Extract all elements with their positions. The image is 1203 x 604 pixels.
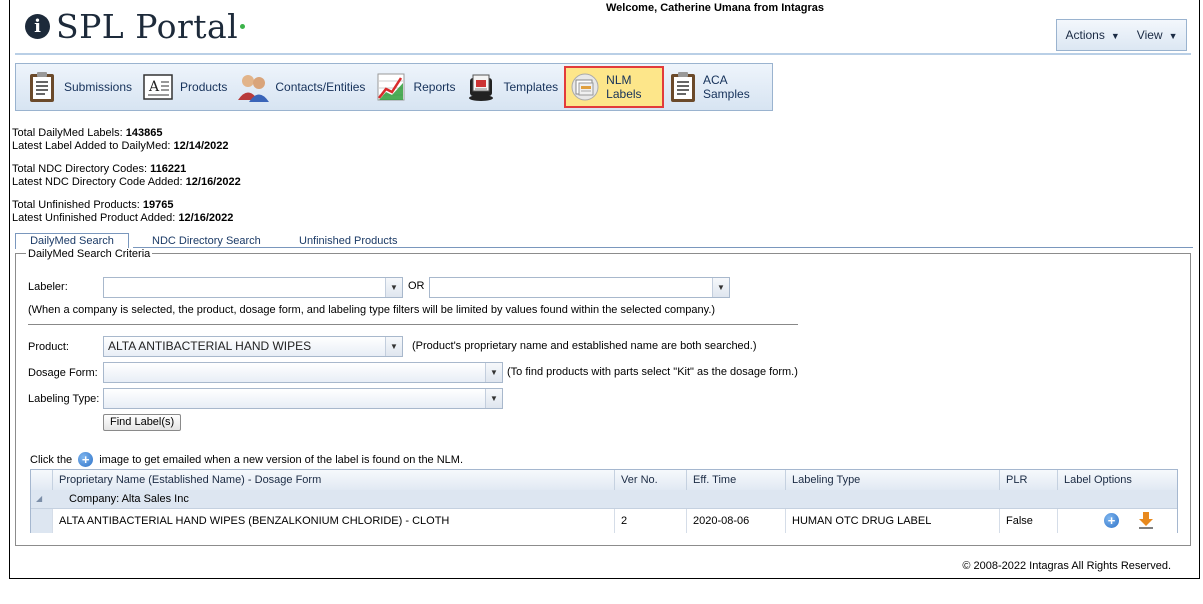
tab-unfinished-products[interactable]: Unfinished Products xyxy=(299,234,397,248)
col-label-options[interactable]: Label Options xyxy=(1057,470,1177,490)
cell-name: ALTA ANTIBACTERIAL HAND WIPES (BENZALKON… xyxy=(52,509,614,533)
toolbar-label: NLM Labels xyxy=(606,73,642,101)
labeler-label: Labeler: xyxy=(28,281,68,293)
toolbar-templates[interactable]: Templates xyxy=(461,67,562,107)
col-eff-time[interactable]: Eff. Time xyxy=(686,470,785,490)
caret-down-icon: ▼ xyxy=(1168,31,1178,41)
info-logo-icon: i xyxy=(25,13,50,39)
dropdown-arrow-icon: ▼ xyxy=(485,389,502,408)
tab-ndc-directory-search[interactable]: NDC Directory Search xyxy=(152,234,261,248)
toolbar-submissions[interactable]: Submissions xyxy=(22,67,136,107)
group-row-company[interactable]: ◢ Company: Alta Sales Inc xyxy=(31,490,1177,509)
search-tabs: DailyMed Search NDC Directory Search Unf… xyxy=(15,233,1193,249)
cell-labeling-type: HUMAN OTC DRUG LABEL xyxy=(785,509,999,533)
actions-label: Actions xyxy=(1065,28,1105,42)
criteria-legend: DailyMed Search Criteria xyxy=(26,248,153,260)
dropdown-arrow-icon: ▼ xyxy=(385,337,402,356)
copyright-footer: © 2008-2022 Intagras All Rights Reserved… xyxy=(962,560,1171,572)
col-labeling-type[interactable]: Labeling Type xyxy=(785,470,999,490)
toolbar-label: Submissions xyxy=(64,80,133,94)
find-labels-button[interactable]: Find Label(s) xyxy=(103,414,182,431)
users-icon xyxy=(237,71,270,103)
col-ver-no[interactable]: Ver No. xyxy=(614,470,686,490)
labeler-select[interactable]: ▼ xyxy=(103,277,403,298)
stat-latest-ndc: Latest NDC Directory Code Added: 12/16/2… xyxy=(12,176,241,188)
criteria-divider xyxy=(28,324,798,325)
labels-icon xyxy=(570,71,600,103)
labeling-type-label: Labeling Type: xyxy=(28,393,100,405)
toolbar-label: Products xyxy=(180,80,228,94)
product-label: Product: xyxy=(28,341,69,353)
collapse-triangle-icon[interactable]: ◢ xyxy=(36,490,42,508)
company-note: (When a company is selected, the product… xyxy=(28,304,716,316)
stat-total-dailymed: Total DailyMed Labels: 143865 xyxy=(12,127,163,139)
portal-frame: i SPL Portal Welcome, Catherine Umana fr… xyxy=(9,0,1200,579)
svg-text:A: A xyxy=(148,79,160,95)
tab-dailymed-search[interactable]: DailyMed Search xyxy=(15,233,129,249)
label-statistics: Total DailyMed Labels: 143865 Latest Lab… xyxy=(12,127,241,235)
toolbar-label: Templates xyxy=(503,80,559,94)
product-select[interactable]: ALTA ANTIBACTERIAL HAND WIPES ▼ xyxy=(103,336,403,357)
toolbar-reports[interactable]: Reports xyxy=(371,67,459,107)
logo-text: SPL Portal xyxy=(56,6,239,46)
hint-prefix: Click the xyxy=(30,453,73,466)
row-indent xyxy=(31,509,52,533)
grid-header: Proprietary Name (Established Name) - Do… xyxy=(31,470,1177,491)
caret-down-icon: ▼ xyxy=(1110,31,1120,41)
download-icon[interactable] xyxy=(1138,511,1154,538)
dosage-form-note: (To find products with parts select "Kit… xyxy=(507,366,798,378)
main-toolbar: Submissions A Products Contacts/Entities… xyxy=(15,63,773,111)
labeling-type-select[interactable]: ▼ xyxy=(103,388,503,409)
actions-view-menu: Actions ▼ View ▼ xyxy=(1056,19,1187,51)
toolbar-label: ACA Samples xyxy=(703,73,750,101)
stat-latest-unfinished: Latest Unfinished Product Added: 12/16/2… xyxy=(12,212,234,224)
cell-plr: False xyxy=(999,509,1057,533)
toolbar-contacts-entities[interactable]: Contacts/Entities xyxy=(233,67,369,107)
dropdown-arrow-icon: ▼ xyxy=(485,363,502,382)
toolbar-products[interactable]: A Products xyxy=(138,67,231,107)
product-note: (Product's proprietary name and establis… xyxy=(412,340,757,352)
group-label: Company: Alta Sales Inc xyxy=(69,493,189,505)
email-hint: Click the + image to get emailed when a … xyxy=(30,452,463,467)
results-grid: Proprietary Name (Established Name) - Do… xyxy=(30,469,1178,533)
cell-eff-time: 2020-08-06 xyxy=(686,509,785,533)
toolbar-nlm-labels[interactable]: NLM Labels xyxy=(564,66,664,108)
dosage-form-select[interactable]: ▼ xyxy=(103,362,503,383)
dailymed-search-criteria: DailyMed Search Criteria Labeler: ▼ OR ▼… xyxy=(15,248,1191,546)
chart-icon xyxy=(375,71,407,103)
toolbar-label: Reports xyxy=(413,80,456,94)
tab-divider xyxy=(133,247,1193,248)
col-proprietary-name[interactable]: Proprietary Name (Established Name) - Do… xyxy=(52,470,614,490)
document-a-icon: A xyxy=(142,71,174,103)
welcome-message: Welcome, Catherine Umana from Intagras xyxy=(605,2,825,14)
stat-total-unfinished: Total Unfinished Products: 19765 xyxy=(12,199,174,211)
stat-latest-label: Latest Label Added to DailyMed: 12/14/20… xyxy=(12,140,229,152)
clipboard-icon xyxy=(26,71,58,103)
rolodex-icon xyxy=(465,71,497,103)
dropdown-arrow-icon: ▼ xyxy=(385,278,402,297)
table-row[interactable]: ALTA ANTIBACTERIAL HAND WIPES (BENZALKON… xyxy=(31,509,1177,533)
dropdown-arrow-icon: ▼ xyxy=(712,278,729,297)
add-circle-icon[interactable]: + xyxy=(1104,513,1119,528)
logo-dot xyxy=(240,23,246,29)
view-menu[interactable]: View ▼ xyxy=(1137,28,1178,42)
dosage-form-label: Dosage Form: xyxy=(28,367,98,379)
view-label: View xyxy=(1136,28,1163,42)
toolbar-label: Contacts/Entities xyxy=(275,80,366,94)
stat-total-ndc: Total NDC Directory Codes: 116221 xyxy=(12,163,187,175)
col-plr[interactable]: PLR xyxy=(999,470,1057,490)
cell-ver: 2 xyxy=(614,509,686,533)
or-label: OR xyxy=(408,280,425,292)
add-circle-icon: + xyxy=(78,452,94,467)
actions-menu[interactable]: Actions ▼ xyxy=(1066,28,1120,42)
labeler-alt-select[interactable]: ▼ xyxy=(429,277,730,298)
clipboard-icon xyxy=(670,71,697,103)
hint-suffix: image to get emailed when a new version … xyxy=(99,453,464,466)
header-divider xyxy=(15,53,1191,55)
spl-portal-logo[interactable]: i SPL Portal xyxy=(25,6,246,46)
product-value: ALTA ANTIBACTERIAL HAND WIPES xyxy=(108,339,312,353)
toolbar-aca-samples[interactable]: ACA Samples xyxy=(666,67,770,107)
cell-label-options: + xyxy=(1057,509,1177,533)
